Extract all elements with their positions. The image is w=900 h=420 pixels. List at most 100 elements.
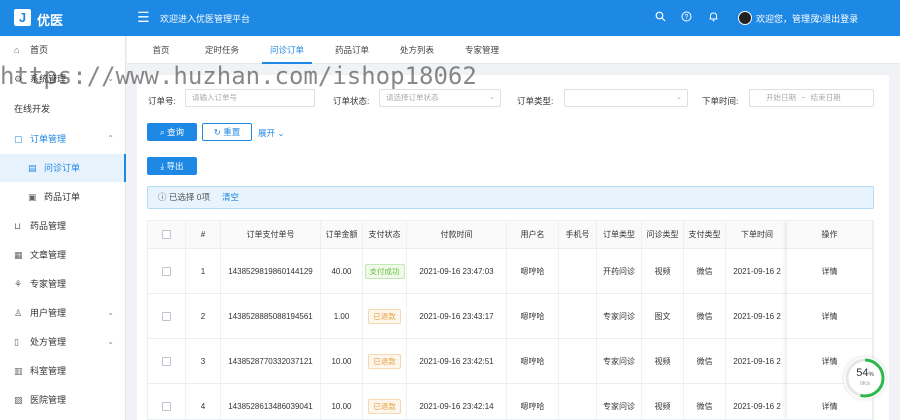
order-icon: ▢	[14, 134, 23, 144]
sidebar-item-drug-orders[interactable]: ▣ 药品订单	[0, 183, 126, 211]
cell-index: 3	[186, 339, 221, 383]
sidebar-item-experts[interactable]: ⚘ 专家管理	[0, 270, 126, 298]
table-row[interactable]: 1 1438529819860144129 40.00 支付成功 2021-09-16 …	[148, 249, 873, 294]
status-select[interactable]: 请选择订单状态 ⌄	[379, 89, 501, 107]
export-button[interactable]: ⤓ 导出	[147, 157, 197, 175]
avatar[interactable]	[738, 11, 752, 25]
search-button-label: 查询	[167, 127, 185, 137]
cell-pay-time: 2021-09-16 23:42:14	[407, 384, 507, 419]
sidebar-item-home[interactable]: ⌂ 首页	[0, 36, 126, 64]
table-row[interactable]: 2 1438528885088194561 1.00 已退款 2021-09-16 23…	[148, 294, 873, 339]
sidebar-item-label: 药品订单	[44, 192, 81, 202]
cell-pay-no: 1438528613486039041	[221, 384, 321, 419]
row-select-checkbox[interactable]	[162, 311, 171, 321]
sidebar-item-departments[interactable]: ▥ 科室管理	[0, 357, 126, 385]
cell-amount: 10.00	[321, 339, 363, 383]
selection-count: 已选择 0项	[168, 192, 210, 202]
row-checkbox[interactable]	[148, 249, 186, 293]
cell-user: 嗯哼哈	[507, 249, 559, 293]
svg-text:?: ?	[684, 14, 688, 21]
cell-pay-status: 已退款	[363, 294, 407, 338]
type-label: 订单类型:	[517, 96, 554, 106]
tab-drug-orders[interactable]: 药品订单	[327, 36, 377, 64]
logout-label: 退出登录	[822, 14, 859, 24]
reset-button[interactable]: ↻ 重置	[202, 123, 252, 141]
bell-icon[interactable]	[707, 11, 719, 23]
row-checkbox[interactable]	[148, 294, 186, 338]
tab-bar: 首页 定时任务 问诊订单 药品订单 处方列表 专家管理	[127, 36, 900, 64]
tab-scheduled-tasks[interactable]: 定时任务	[197, 36, 247, 64]
table-row[interactable]: 3 1438528770332037121 10.00 已退款 2021-09-16 2…	[148, 339, 873, 384]
row-select-checkbox[interactable]	[162, 356, 171, 366]
time-end-placeholder: 结束日期	[810, 93, 841, 102]
user-icon: ♙	[14, 308, 23, 318]
search-icon[interactable]	[654, 11, 666, 23]
user-greeting[interactable]: 欢迎您，管理员	[756, 12, 819, 25]
cell-user: 嗯哼哈	[507, 294, 559, 338]
detail-link[interactable]: 详情	[787, 294, 873, 339]
row-checkbox[interactable]	[148, 384, 186, 419]
cell-index: 4	[186, 384, 221, 419]
sidebar-item-hospitals[interactable]: ▨ 医院管理	[0, 386, 126, 414]
sidebar-item-system[interactable]: ⚙ 系统管理 ⌄	[0, 65, 126, 93]
expand-toggle[interactable]: 展开 ⌄	[258, 127, 285, 139]
col-header-consult-type: 问诊类型	[642, 221, 684, 248]
selection-alert: ⓘ 已选择 0项 清空	[147, 186, 874, 209]
sidebar-item-articles[interactable]: ▦ 文章管理	[0, 241, 126, 269]
cell-order-type: 专家问诊	[597, 384, 642, 419]
sidebar-item-users[interactable]: ♙ 用户管理 ⌄	[0, 299, 126, 327]
sidebar-item-online-dev[interactable]: 在线开发	[0, 95, 126, 123]
sidebar-item-orders[interactable]: ▢ 订单管理 ⌃	[0, 125, 126, 153]
tab-consult-orders[interactable]: 问诊订单	[262, 36, 312, 64]
tab-home[interactable]: 首页	[141, 36, 181, 64]
chevron-down-icon: ⌄	[676, 94, 682, 101]
cell-pay-time: 2021-09-16 23:43:17	[407, 294, 507, 338]
sidebar: ⌂ 首页 ⚙ 系统管理 ⌄ 在线开发 ▢ 订单管理 ⌃ ▤ 问诊订单 ▣ 药品订单 ⊔ 药品管理…	[0, 36, 126, 420]
drug-icon: ⊔	[14, 221, 22, 231]
cell-phone	[559, 384, 597, 419]
menu-fold-icon[interactable]: ☰	[137, 10, 150, 24]
logout-button[interactable]: ⏻退出登录	[815, 12, 858, 25]
cell-order-time: 2021-09-16 2	[726, 384, 789, 419]
cell-order-time: 2021-09-16 2	[726, 249, 789, 293]
help-icon[interactable]: ?	[680, 11, 692, 23]
export-button-label: 导出	[166, 161, 184, 171]
select-all-checkbox[interactable]	[148, 221, 186, 248]
sidebar-item-drugs[interactable]: ⊔ 药品管理	[0, 212, 126, 240]
sidebar-item-label: 处方管理	[30, 337, 67, 347]
col-header-pay-type: 支付类型	[684, 221, 726, 248]
top-bar: J 优医 ☰ 欢迎进入优医管理平台 ? 欢迎您，管理员 ⏻退出登录	[0, 0, 900, 36]
type-select[interactable]: ⌄	[564, 89, 688, 107]
cell-pay-no: 1438528885088194561	[221, 294, 321, 338]
sidebar-item-consult-orders[interactable]: ▤ 问诊订单	[0, 154, 126, 182]
row-checkbox[interactable]	[148, 339, 186, 383]
col-header-amount: 订单金额	[321, 221, 363, 248]
department-icon: ▥	[14, 366, 23, 376]
sidebar-item-label: 医院管理	[30, 395, 67, 405]
detail-link[interactable]: 详情	[787, 249, 873, 294]
col-header-pay-time: 付款时间	[407, 221, 507, 248]
clear-selection-link[interactable]: 清空	[222, 192, 239, 202]
order-no-input[interactable]: 请输入订单号	[185, 89, 315, 107]
time-range-input[interactable]: 开始日期 ~ 结束日期	[749, 89, 874, 107]
app-name: 优医	[37, 13, 64, 28]
sidebar-item-label: 药品管理	[30, 221, 67, 231]
col-header-phone: 手机号	[559, 221, 597, 248]
tab-experts[interactable]: 专家管理	[457, 36, 507, 64]
drug-order-icon: ▣	[28, 192, 37, 202]
row-select-checkbox[interactable]	[162, 266, 171, 276]
cell-phone	[559, 339, 597, 383]
status-badge: 已退款	[368, 308, 401, 324]
network-gauge: 54% 0K/s	[844, 357, 886, 399]
row-select-checkbox[interactable]	[162, 401, 171, 411]
info-icon: ⓘ	[158, 192, 169, 202]
sidebar-item-label: 首页	[30, 45, 49, 55]
sidebar-item-prescriptions[interactable]: ▯ 处方管理 ⌄	[0, 328, 126, 356]
search-button[interactable]: ⌕ 查询	[147, 123, 197, 141]
cell-consult-type: 视频	[642, 249, 684, 293]
status-placeholder: 请选择订单状态	[386, 93, 439, 102]
table-row[interactable]: 4 1438528613486039041 10.00 已退款 2021-09-16 2…	[148, 384, 873, 419]
cell-pay-status: 已退款	[363, 339, 407, 383]
status-badge: 支付成功	[364, 263, 405, 279]
tab-prescriptions[interactable]: 处方列表	[392, 36, 442, 64]
